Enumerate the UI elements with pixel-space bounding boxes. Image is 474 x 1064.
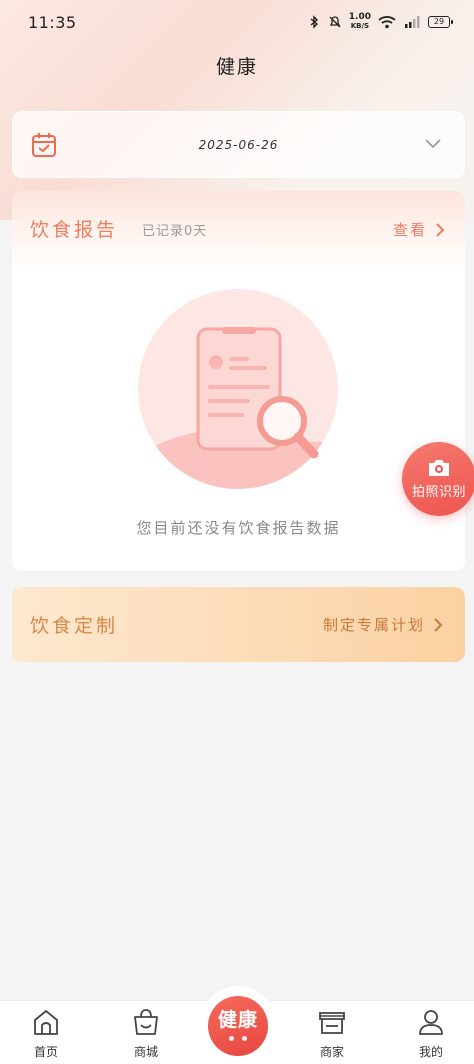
battery-indicator: 29 (428, 16, 453, 28)
network-speed-value: 1.00 (348, 12, 371, 22)
store-icon (319, 1012, 345, 1034)
date-selector[interactable]: 2025-06-26 (12, 111, 465, 178)
view-report-label: 查看 (392, 221, 427, 239)
tab-mall-label: 商城 (133, 1045, 158, 1059)
calendar-icon (32, 133, 56, 157)
selected-date: 2025-06-26 (198, 137, 279, 152)
diet-custom-title: 饮食定制 (30, 615, 119, 637)
status-icons: 1.00 KB/S 29 (307, 13, 453, 31)
chevron-right-icon (436, 222, 445, 237)
tab-home[interactable]: 首页 (11, 1007, 81, 1060)
wifi-icon (378, 16, 396, 29)
chevron-right-icon (434, 617, 443, 632)
tab-merchant-label: 商家 (319, 1045, 344, 1059)
photo-recognition-label: 拍照识别 (411, 485, 466, 500)
camera-icon (429, 460, 449, 476)
tab-mine-label: 我的 (418, 1045, 443, 1059)
bluetooth-icon (310, 15, 318, 29)
chevron-down-icon (425, 139, 441, 149)
user-icon (419, 1010, 443, 1035)
tab-health-dots (229, 1036, 247, 1041)
view-report-link[interactable]: 查看 (393, 219, 445, 240)
status-bar: 11:35 1.00 KB/S 29 (0, 0, 474, 44)
mute-bell-icon (329, 16, 341, 28)
status-time: 11:35 (28, 12, 77, 32)
signal-icon (405, 16, 420, 28)
network-speed-unit: KB/S (350, 22, 370, 30)
tab-mall[interactable]: 商城 (111, 1007, 181, 1060)
tab-mine[interactable]: 我的 (396, 1007, 466, 1060)
tab-health-label: 健康 (217, 1009, 258, 1031)
home-icon (34, 1010, 58, 1035)
shopping-bag-icon (134, 1009, 158, 1035)
network-speed: 1.00 KB/S (349, 13, 371, 31)
tab-merchant[interactable]: 商家 (297, 1007, 367, 1060)
empty-report-message: 您目前还没有饮食报告数据 (136, 519, 341, 537)
diet-report-title: 饮食报告 (30, 219, 119, 241)
diet-report-record-count: 已记录0天 (142, 224, 208, 239)
diet-custom-card[interactable]: 饮食定制 制定专属计划 (12, 587, 465, 662)
photo-recognition-button[interactable]: 拍照识别 (402, 442, 474, 516)
create-plan-label: 制定专属计划 (322, 616, 425, 634)
page-title: 健康 (215, 56, 258, 78)
diet-report-card: 饮食报告 已记录0天 查看 您目前还没有饮食报告数据 (12, 191, 465, 571)
tab-home-label: 首页 (33, 1045, 58, 1059)
empty-report-illustration (138, 289, 338, 489)
create-plan-link[interactable]: 制定专属计划 (323, 614, 443, 635)
tab-health[interactable]: 健康 (208, 996, 268, 1056)
